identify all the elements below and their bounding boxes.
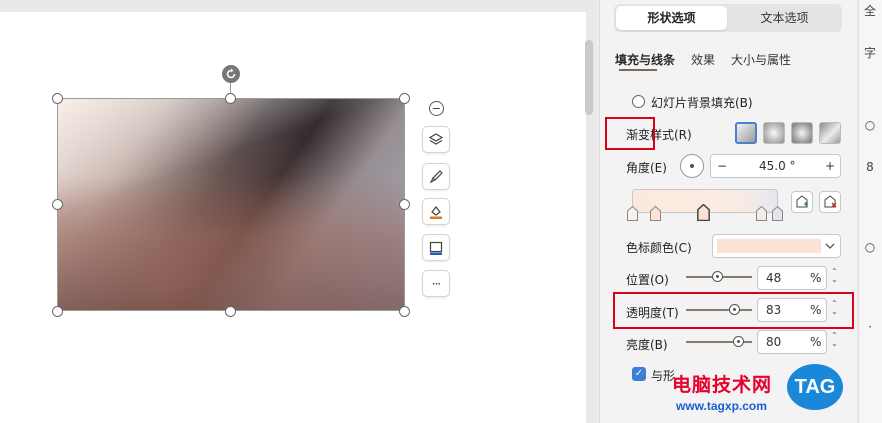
resize-handle-right[interactable]: [399, 199, 410, 210]
more-button[interactable]: ···: [422, 270, 450, 297]
position-slider-thumb[interactable]: [712, 271, 723, 282]
tab-shape-options[interactable]: 形状选项: [616, 6, 727, 30]
angle-value[interactable]: 45.0 °: [759, 155, 796, 177]
position-stepper[interactable]: ⌃ ⌄: [829, 268, 840, 284]
brightness-value[interactable]: 80: [766, 331, 781, 353]
stop-color-label: 色标颜色(C): [626, 241, 692, 255]
rotate-handle[interactable]: [222, 65, 240, 83]
brush-icon: [429, 169, 443, 183]
watermark-logo: TAG: [787, 364, 843, 410]
angle-dial[interactable]: [680, 154, 704, 178]
side-tool-6[interactable]: ·: [862, 320, 878, 334]
style-brush-button[interactable]: [422, 163, 450, 190]
gradient-stop[interactable]: [756, 206, 767, 221]
panel-scrollbar[interactable]: [585, 40, 593, 115]
angle-label: 角度(E): [626, 161, 667, 175]
rotate-with-shape-checkbox[interactable]: ✓: [632, 367, 646, 381]
side-tool-1[interactable]: 全: [862, 2, 878, 19]
position-value[interactable]: 48: [766, 267, 781, 289]
stop-color-swatch: [717, 239, 821, 253]
resize-handle-bottom-left[interactable]: [52, 306, 63, 317]
side-tool-2[interactable]: 字: [862, 44, 878, 61]
border-icon: [429, 241, 443, 255]
watermark-site-name: 电脑技术网: [672, 374, 773, 396]
resize-handle-top-left[interactable]: [52, 93, 63, 104]
brightness-label: 亮度(B): [626, 338, 668, 352]
side-tool-4[interactable]: 8: [862, 160, 878, 174]
active-tab-indicator: [619, 69, 657, 71]
gradient-style-radial[interactable]: [763, 122, 785, 144]
gradient-style-linear[interactable]: [735, 122, 757, 144]
more-icon: ···: [431, 276, 442, 291]
angle-minus-icon[interactable]: −: [717, 155, 727, 177]
side-toolbar: 全 字 ○ 8 ○ ·: [858, 0, 882, 423]
tab-size-properties[interactable]: 大小与属性: [731, 51, 791, 68]
resize-handle-top[interactable]: [225, 93, 236, 104]
rotate-icon: [226, 68, 236, 79]
side-tool-3[interactable]: ○: [862, 118, 878, 132]
resize-handle-top-right[interactable]: [399, 93, 410, 104]
brightness-input[interactable]: 80 %: [757, 330, 827, 354]
position-input[interactable]: 48 %: [757, 266, 827, 290]
gradient-stop-selected[interactable]: [697, 204, 710, 221]
fill-icon: [430, 205, 442, 219]
highlight-transparency: [613, 292, 854, 329]
chevron-down-icon: [825, 243, 835, 249]
slide-bg-fill-radio[interactable]: [632, 95, 645, 108]
resize-handle-bottom-right[interactable]: [399, 306, 410, 317]
resize-handle-bottom[interactable]: [225, 306, 236, 317]
position-label: 位置(O): [626, 273, 669, 287]
slide-bg-fill-label: 幻灯片背景填充(B): [651, 96, 753, 110]
position-unit: %: [810, 271, 822, 285]
side-tool-5[interactable]: ○: [862, 240, 878, 254]
stop-color-dropdown[interactable]: [712, 234, 841, 258]
resize-handle-left[interactable]: [52, 199, 63, 210]
gradient-stop[interactable]: [627, 206, 638, 221]
gradient-style-path[interactable]: [819, 122, 841, 144]
add-gradient-stop-button[interactable]: [791, 191, 813, 213]
layers-icon: [428, 132, 444, 145]
layers-button[interactable]: [422, 126, 450, 153]
tab-fill-line[interactable]: 填充与线条: [615, 51, 675, 68]
tab-effects[interactable]: 效果: [691, 51, 715, 68]
highlight-gradient-style: [605, 117, 655, 150]
outline-button[interactable]: [422, 234, 450, 261]
angle-plus-icon[interactable]: +: [825, 155, 835, 177]
brightness-unit: %: [810, 335, 822, 349]
delete-stop-icon: [824, 195, 837, 208]
mode-segmented-control: 形状选项 文本选项: [614, 4, 842, 32]
gradient-stop[interactable]: [650, 206, 661, 221]
minus-icon: −: [431, 102, 442, 115]
selection-border: [57, 98, 405, 311]
fill-button[interactable]: [422, 198, 450, 225]
angle-stepper[interactable]: − 45.0 ° +: [710, 154, 841, 178]
tab-text-options[interactable]: 文本选项: [729, 6, 840, 30]
floatbar-collapse-button[interactable]: −: [429, 101, 444, 116]
brightness-slider-thumb[interactable]: [733, 336, 744, 347]
gradient-style-rectangular[interactable]: [791, 122, 813, 144]
gradient-stop[interactable]: [772, 206, 783, 221]
brightness-stepper[interactable]: ⌃ ⌄: [829, 332, 840, 348]
watermark-url: www.tagxp.com: [676, 399, 767, 413]
add-stop-icon: [796, 195, 808, 208]
delete-gradient-stop-button[interactable]: [819, 191, 841, 213]
